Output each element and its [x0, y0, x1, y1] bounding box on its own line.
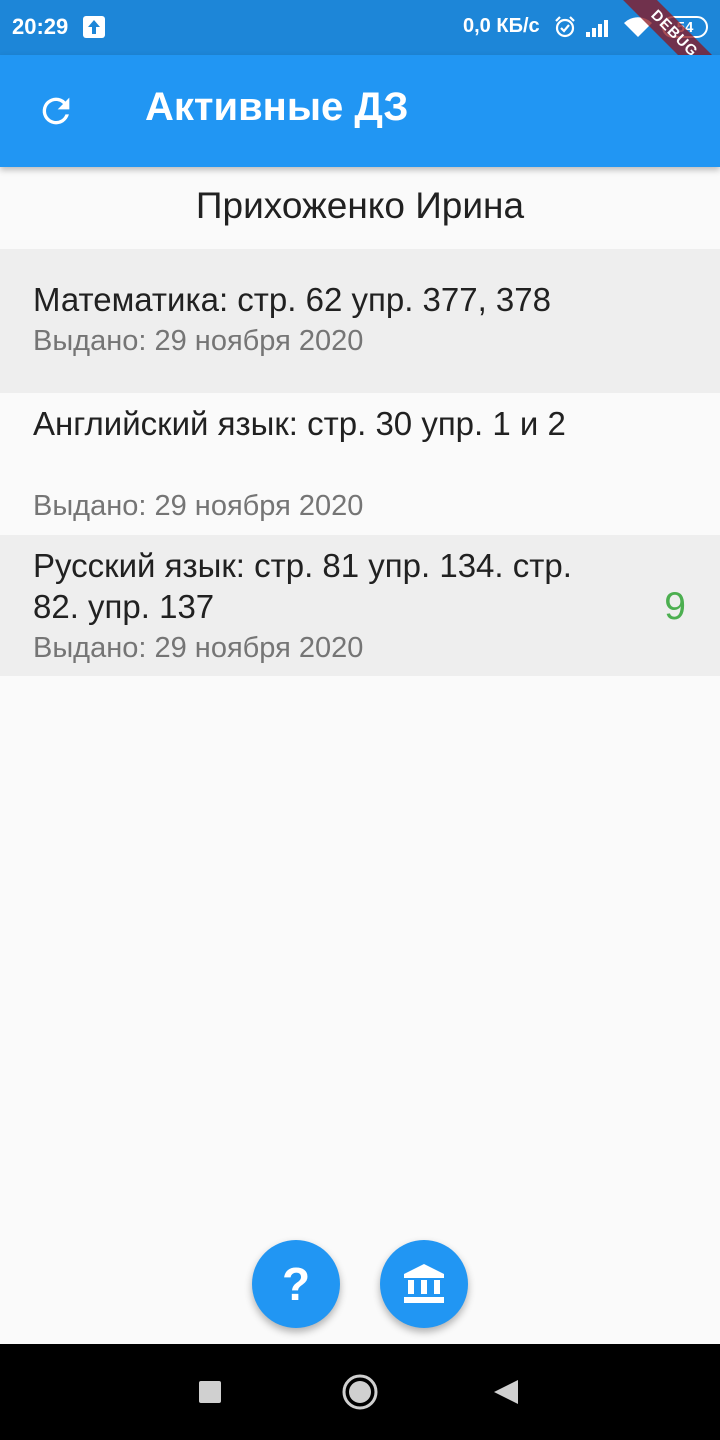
app-bar: Активные ДЗ: [0, 55, 720, 167]
back-icon[interactable]: [492, 1374, 520, 1415]
homework-subject: Математика: стр. 62 упр. 377, 378: [33, 281, 551, 318]
status-time: 20:29: [12, 14, 69, 39]
help-button[interactable]: ?: [252, 1240, 340, 1328]
page-title: Активные ДЗ: [145, 85, 409, 129]
status-speed: 0,0 КБ/с: [463, 15, 540, 37]
refresh-button[interactable]: [28, 83, 84, 139]
institution-icon: [404, 1264, 444, 1303]
homework-item-math[interactable]: Математика: стр. 62 упр. 377, 378 Выдано…: [0, 249, 720, 393]
homework-grade: 9: [664, 585, 686, 628]
status-bar: 20:29 0,0 КБ/с 54 DEBUG: [0, 0, 720, 100]
signal-icon: [585, 16, 613, 43]
help-icon: ?: [281, 1258, 311, 1310]
homework-item-russian[interactable]: Русский язык: стр. 81 упр. 134. стр. 82.…: [0, 535, 720, 676]
student-name: Прихоженко Ирина: [195, 185, 525, 226]
home-icon[interactable]: [341, 1374, 379, 1415]
homework-item-english[interactable]: Английский язык: стр. 30 упр. 1 и 2 Выда…: [0, 393, 720, 535]
system-nav-bar: [0, 1344, 720, 1440]
homework-issued-date: Выдано: 29 ноября 2020: [33, 632, 364, 664]
homework-issued-date: Выдано: 29 ноября 2020: [33, 490, 364, 522]
homework-subject: Английский язык: стр. 30 упр. 1 и 2: [33, 405, 566, 442]
homework-subject: Русский язык: стр. 81 упр. 134. стр. 82.…: [33, 547, 572, 625]
recent-apps-icon[interactable]: [198, 1374, 222, 1415]
institution-button[interactable]: [380, 1240, 468, 1328]
refresh-icon: [42, 97, 70, 125]
homework-issued-date: Выдано: 29 ноября 2020: [33, 325, 364, 357]
screen: 20:29 0,0 КБ/с 54 DEBUG Активные ДЗ Прих…: [0, 0, 720, 1440]
alarm-icon: [553, 15, 577, 44]
upload-icon: [83, 16, 105, 38]
